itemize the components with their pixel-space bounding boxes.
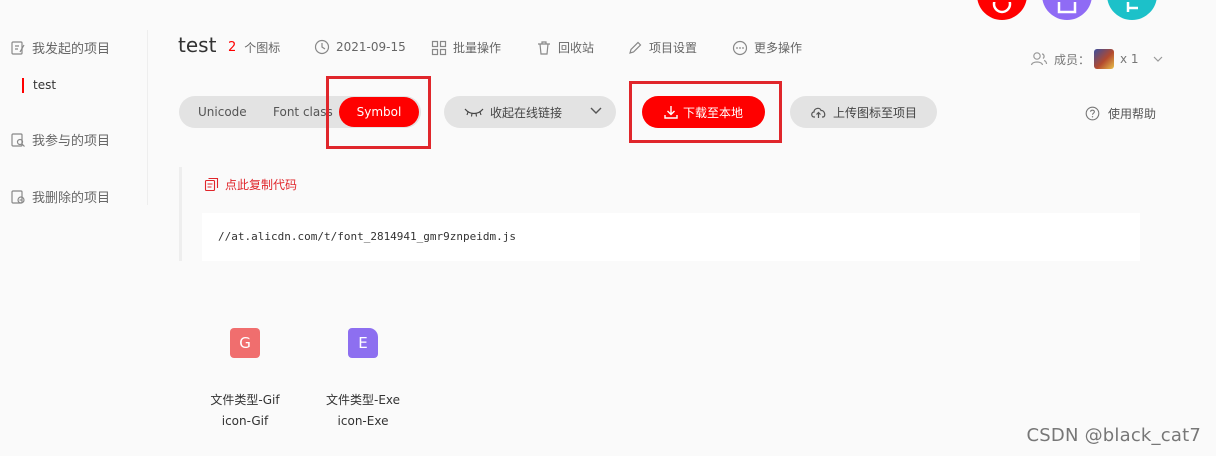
edit-doc-icon — [11, 40, 25, 55]
pencil-icon — [629, 41, 642, 54]
grid-icon — [431, 40, 447, 55]
tab-font-class[interactable]: Font class — [273, 96, 333, 128]
settings-label: 项目设置 — [649, 41, 698, 55]
more-operations-button[interactable]: 更多操作 — [732, 39, 802, 56]
members-icon — [1030, 52, 1048, 66]
trash-icon — [538, 40, 550, 55]
chevron-down-icon — [590, 107, 602, 114]
members-label: 成员： — [1054, 52, 1091, 67]
batch-label: 批量操作 — [453, 41, 502, 55]
project-settings-button[interactable]: 项目设置 — [627, 39, 697, 56]
sidebar-project-test[interactable]: test — [22, 78, 56, 93]
tab-unicode[interactable]: Unicode — [198, 96, 247, 128]
icon-card-gif[interactable]: G 文件类型-Gif icon-Gif — [195, 328, 295, 428]
watermark: CSDN @black_cat7 — [1026, 425, 1201, 446]
sidebar-item-joined-projects[interactable]: 我参与的项目 — [10, 130, 110, 149]
search-fab-button[interactable] — [977, 0, 1027, 20]
icon-card-exe[interactable]: E 文件类型-Exe icon-Exe — [313, 328, 413, 428]
upload-icon-button[interactable]: 上传图标至项目 — [790, 96, 937, 128]
help-icon — [1085, 106, 1100, 121]
upload-label: 上传图标至项目 — [832, 105, 917, 120]
icon-name: 文件类型-Gif — [210, 393, 280, 407]
online-link-panel: 点此复制代码 //at.alicdn.com/t/font_2814941_gm… — [179, 167, 1140, 261]
search-icon — [992, 2, 1012, 14]
icon-count-number: 2 — [228, 40, 237, 55]
project-title: test — [178, 33, 217, 57]
more-label: 更多操作 — [754, 41, 803, 55]
sidebar-item-label: 我发起的项目 — [32, 42, 111, 57]
trash-button[interactable]: 回收站 — [536, 39, 594, 56]
copy-code-label: 点此复制代码 — [225, 178, 298, 192]
help-label: 使用帮助 — [1108, 107, 1157, 121]
sidebar-item-label: 我删除的项目 — [32, 191, 111, 206]
cloud-upload-icon — [811, 107, 826, 118]
sidebar-item-label: 我参与的项目 — [32, 134, 111, 149]
upload-fab-button[interactable] — [1042, 0, 1092, 20]
gif-file-icon: G — [230, 328, 260, 358]
created-date: 2021-09-15 — [314, 39, 406, 55]
exe-file-icon: E — [348, 328, 378, 358]
members-count: x 1 — [1120, 52, 1139, 66]
date-text: 2021-09-15 — [336, 40, 406, 54]
code-url: //at.alicdn.com/t/font_2814941_gmr9znpei… — [202, 213, 1140, 261]
highlight-box-symbol — [326, 76, 431, 149]
trash-label: 回收站 — [558, 41, 595, 55]
upload-box-icon — [1057, 2, 1077, 14]
more-icon — [732, 40, 748, 55]
copy-icon — [204, 177, 219, 192]
help-link[interactable]: 使用帮助 — [1085, 105, 1156, 122]
batch-operations-button[interactable]: 批量操作 — [431, 39, 501, 56]
sidebar-item-deleted-projects[interactable]: 我删除的项目 — [10, 187, 110, 206]
clock-icon — [314, 39, 330, 55]
share-icon — [1126, 2, 1138, 12]
search-doc-icon — [11, 132, 25, 147]
icon-code: icon-Exe — [337, 414, 389, 428]
collapse-label: 收起在线链接 — [490, 105, 563, 120]
deleted-doc-icon — [11, 189, 25, 204]
chevron-down-icon — [1153, 56, 1163, 62]
sidebar-divider — [147, 30, 148, 205]
sidebar-item-my-projects[interactable]: 我发起的项目 — [10, 38, 110, 57]
copy-code-link[interactable]: 点此复制代码 — [204, 176, 297, 193]
icon-count-label: 个图标 — [244, 41, 281, 55]
icon-name: 文件类型-Exe — [325, 393, 401, 407]
sidebar: 我发起的项目 test 我参与的项目 我删除的项目 — [0, 0, 148, 210]
icon-count: 2 个图标 — [228, 39, 280, 56]
share-fab-button[interactable] — [1107, 0, 1157, 20]
avatar — [1094, 49, 1115, 69]
members-dropdown[interactable]: 成员： x 1 — [1030, 49, 1163, 69]
icon-code: icon-Gif — [221, 414, 269, 428]
collapse-online-link-button[interactable]: 收起在线链接 — [444, 96, 616, 128]
highlight-box-download — [629, 81, 782, 143]
closed-eye-icon — [464, 108, 484, 117]
